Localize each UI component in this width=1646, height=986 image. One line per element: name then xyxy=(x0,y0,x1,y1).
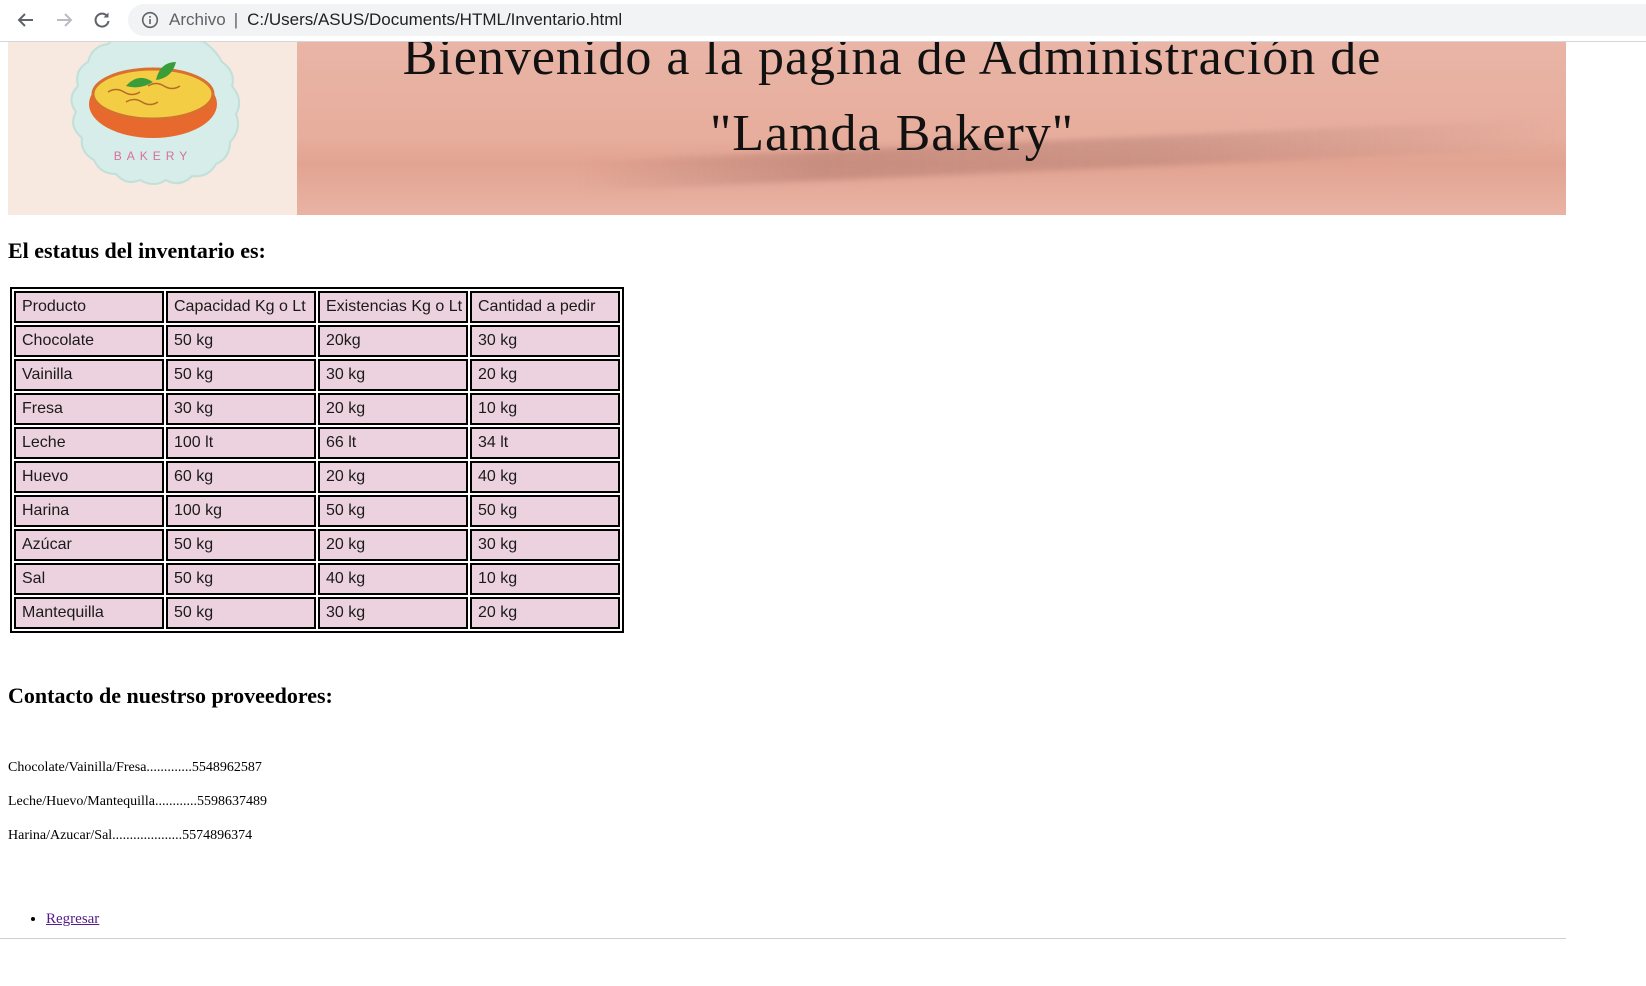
scheme-label: Archivo xyxy=(169,10,226,29)
table-cell: 66 lt xyxy=(318,427,468,459)
table-cell: 50 kg xyxy=(166,597,316,629)
table-header-cell: Cantidad a pedir xyxy=(470,291,620,323)
address-bar[interactable]: Archivo | C:/Users/ASUS/Documents/HTML/I… xyxy=(128,4,1646,36)
table-cell: Harina xyxy=(14,495,164,527)
nav-list-item: Regresar xyxy=(46,911,99,928)
table-row: Huevo 60 kg 20 kg 40 kg xyxy=(14,461,620,493)
inventory-table: Producto Capacidad Kg o Lt Existencias Kg … xyxy=(10,287,624,633)
table-header-cell: Capacidad Kg o Lt xyxy=(166,291,316,323)
table-row: Sal 50 kg 40 kg 10 kg xyxy=(14,563,620,595)
table-cell: 100 kg xyxy=(166,495,316,527)
table-row: Fresa 30 kg 20 kg 10 kg xyxy=(14,393,620,425)
providers-heading: Contacto de nuestrso proveedores: xyxy=(8,683,333,708)
reload-button[interactable] xyxy=(88,6,116,34)
table-cell: 50 kg xyxy=(166,529,316,561)
table-cell: 40 kg xyxy=(470,461,620,493)
table-cell: Leche xyxy=(14,427,164,459)
table-cell: 30 kg xyxy=(470,529,620,561)
table-cell: 34 lt xyxy=(470,427,620,459)
table-cell: Mantequilla xyxy=(14,597,164,629)
back-arrow-icon xyxy=(17,13,33,27)
info-icon[interactable] xyxy=(141,11,159,29)
table-cell: 20 kg xyxy=(318,393,468,425)
bakery-logo: BAKERY xyxy=(70,42,241,185)
reload-icon xyxy=(94,12,110,28)
table-cell: 40 kg xyxy=(318,563,468,595)
table-cell: 50 kg xyxy=(166,359,316,391)
table-cell: 50 kg xyxy=(166,563,316,595)
table-cell: 100 lt xyxy=(166,427,316,459)
table-row: Azúcar 50 kg 20 kg 30 kg xyxy=(14,529,620,561)
table-cell: Azúcar xyxy=(14,529,164,561)
table-cell: 20 kg xyxy=(318,461,468,493)
table-cell: 10 kg xyxy=(470,393,620,425)
table-cell: 20 kg xyxy=(470,597,620,629)
table-row: Harina 100 kg 50 kg 50 kg xyxy=(14,495,620,527)
back-button[interactable] xyxy=(12,6,40,34)
table-row: Leche 100 lt 66 lt 34 lt xyxy=(14,427,620,459)
table-cell: 20 kg xyxy=(318,529,468,561)
table-cell: 30 kg xyxy=(470,325,620,357)
table-cell: Chocolate xyxy=(14,325,164,357)
table-header-cell: Producto xyxy=(14,291,164,323)
inventory-heading: El estatus del inventario es: xyxy=(8,238,266,263)
table-row: Chocolate 50 kg 20kg 30 kg xyxy=(14,325,620,357)
back-link[interactable]: Regresar xyxy=(46,911,99,927)
browser-toolbar: Archivo | C:/Users/ASUS/Documents/HTML/I… xyxy=(0,0,1646,42)
forward-button[interactable] xyxy=(50,6,78,34)
table-cell: Sal xyxy=(14,563,164,595)
url-text[interactable]: C:/Users/ASUS/Documents/HTML/Inventario.… xyxy=(247,10,622,30)
banner-title-line-2: "Lamda Bakery" xyxy=(710,105,1074,162)
table-cell: 20 kg xyxy=(470,359,620,391)
banner-title: Bienvenido a la pagina de Administración… xyxy=(297,42,1487,172)
table-cell: Fresa xyxy=(14,393,164,425)
bottom-divider xyxy=(0,938,1566,939)
table-cell: Huevo xyxy=(14,461,164,493)
table-cell: 60 kg xyxy=(166,461,316,493)
table-row: Vainilla 50 kg 30 kg 20 kg xyxy=(14,359,620,391)
table-cell: 30 kg xyxy=(166,393,316,425)
address-separator: | xyxy=(233,10,239,29)
provider-contacts: Chocolate/Vainilla/Fresa.............554… xyxy=(8,760,267,862)
table-header-cell: Existencias Kg o Lt xyxy=(318,291,468,323)
table-row: Mantequilla 50 kg 30 kg 20 kg xyxy=(14,597,620,629)
logo-text: BAKERY xyxy=(114,149,192,163)
logo-panel: BAKERY xyxy=(8,42,297,215)
page-banner: BAKERY Bienvenido a la pagina de Adminis… xyxy=(8,42,1566,215)
nav-list: Regresar xyxy=(8,911,99,928)
table-cell: Vainilla xyxy=(14,359,164,391)
table-header-row: Producto Capacidad Kg o Lt Existencias Kg … xyxy=(14,291,620,323)
provider-line: Leche/Huevo/Mantequilla............55986… xyxy=(8,794,267,809)
table-cell: 10 kg xyxy=(470,563,620,595)
table-cell: 50 kg xyxy=(318,495,468,527)
banner-title-line-1: Bienvenido a la pagina de Administración… xyxy=(402,42,1382,86)
table-cell: 50 kg xyxy=(470,495,620,527)
provider-line: Chocolate/Vainilla/Fresa.............554… xyxy=(8,760,262,775)
table-cell: 20kg xyxy=(318,325,468,357)
table-cell: 30 kg xyxy=(318,597,468,629)
table-cell: 30 kg xyxy=(318,359,468,391)
provider-line: Harina/Azucar/Sal....................557… xyxy=(8,828,253,843)
forward-arrow-icon xyxy=(57,13,73,27)
table-cell: 50 kg xyxy=(166,325,316,357)
